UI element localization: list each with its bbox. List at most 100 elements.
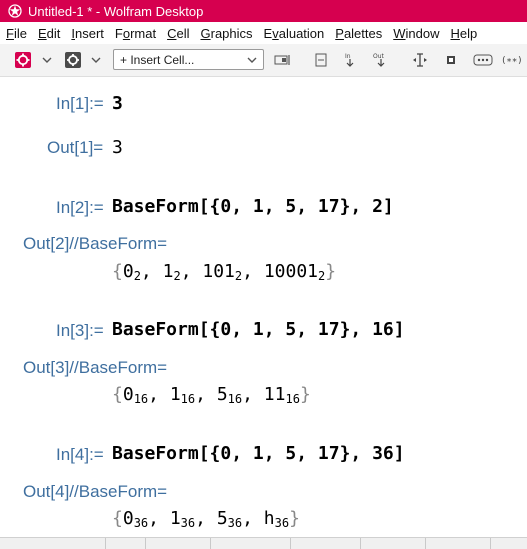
base-subscript: 16: [133, 392, 149, 406]
evaluation-stop-icon[interactable]: [12, 50, 34, 70]
base-form-value: 016: [122, 384, 149, 406]
base-subscript: 16: [285, 392, 300, 406]
text-cursor-icon[interactable]: [410, 50, 430, 70]
input-cell[interactable]: BaseForm[{0, 1, 5, 17}, 2]: [112, 196, 394, 217]
delimiter-icon[interactable]: [442, 50, 460, 70]
svg-text:(∗∗): (∗∗): [501, 56, 523, 66]
digits: 1: [169, 508, 181, 529]
chevron-down-icon[interactable]: [89, 50, 103, 70]
title-bar: Untitled-1 * - Wolfram Desktop: [0, 0, 527, 22]
digits: 0: [122, 261, 134, 282]
menu-edit[interactable]: Edit: [32, 26, 65, 41]
digits: h: [263, 508, 275, 529]
digits: 11: [263, 384, 286, 405]
gear-box-icon[interactable]: [62, 50, 84, 70]
base-subscript: 36: [133, 516, 149, 530]
base-form-value: 12: [162, 261, 181, 283]
cell-bracket-icon[interactable]: [312, 50, 330, 70]
menu-bar: File Edit Insert Format Cell Graphics Evaluati…: [0, 22, 527, 44]
code-icon[interactable]: (∗∗): [500, 50, 524, 70]
input-cell[interactable]: BaseForm[{0, 1, 5, 17}, 36]: [112, 443, 405, 464]
svg-text:In: In: [345, 53, 351, 60]
svg-text:Out: Out: [373, 53, 385, 60]
function-name: BaseForm: [112, 196, 199, 217]
digits: 5: [216, 384, 228, 405]
function-args: [{0, 1, 5, 17}, 2]: [198, 196, 394, 217]
input-cell[interactable]: 3: [112, 93, 123, 114]
base-subscript: 16: [180, 392, 196, 406]
notebook: In[1]:= 3 Out[1]= 3 In[2]:= BaseForm[{0,…: [0, 77, 527, 537]
input-code: 3: [112, 93, 123, 114]
menu-graphics[interactable]: Graphics: [195, 26, 258, 41]
output-cell[interactable]: {036, 136, 536, h36}: [112, 508, 300, 530]
input-label: In[4]:=: [56, 445, 104, 464]
base-form-value: h36: [263, 508, 290, 530]
function-args: [{0, 1, 5, 17}, 16]: [198, 319, 405, 340]
chevron-down-icon: [247, 57, 257, 63]
output-cell[interactable]: 3: [112, 137, 123, 158]
menu-palettes[interactable]: Palettes: [329, 26, 387, 41]
function-args: [{0, 1, 5, 17}, 36]: [198, 443, 405, 464]
list-close-brace: }: [325, 261, 337, 282]
base-subscript: 36: [274, 516, 290, 530]
base-form-value: 100012: [263, 261, 326, 283]
list-close-brace: }: [299, 384, 311, 405]
digits: 101: [202, 261, 235, 282]
base-form-value: 1116: [263, 384, 300, 406]
output-value: 3: [112, 137, 123, 158]
input-label: In[2]:=: [56, 198, 104, 217]
digits: 0: [122, 384, 134, 405]
output-arrow-icon[interactable]: Out: [370, 50, 392, 70]
more-icon[interactable]: [472, 50, 494, 70]
insert-cell-label: + Insert Cell...: [120, 52, 195, 67]
input-box-icon[interactable]: [272, 50, 294, 70]
digits: 0: [122, 508, 134, 529]
menu-evaluation[interactable]: Evaluation: [258, 26, 330, 41]
menu-format[interactable]: Format: [109, 26, 161, 41]
base-subscript: 2: [234, 269, 243, 283]
list-close-brace: }: [289, 508, 300, 529]
digits: 1: [162, 261, 174, 282]
wolfram-logo-icon: [8, 4, 22, 18]
list-open-brace: {: [112, 261, 123, 282]
input-label: In[1]:=: [56, 94, 104, 113]
digits: 10001: [263, 261, 318, 282]
base-subscript: 2: [133, 269, 141, 283]
base-form-value: 116: [169, 384, 196, 406]
function-name: BaseForm: [112, 443, 199, 464]
base-subscript: 16: [227, 392, 243, 406]
digits: 5: [216, 508, 228, 529]
base-form-value: 516: [216, 384, 243, 406]
function-name: BaseForm: [112, 319, 199, 340]
base-form-value: 02: [122, 261, 141, 283]
output-label: Out[3]//BaseForm=: [23, 358, 168, 377]
output-label: Out[4]//BaseForm=: [23, 482, 168, 501]
input-arrow-icon[interactable]: In: [340, 50, 360, 70]
menu-window[interactable]: Window: [387, 26, 444, 41]
base-subscript: 36: [227, 516, 243, 530]
menu-help[interactable]: Help: [445, 26, 483, 41]
input-label: In[3]:=: [56, 321, 104, 340]
base-form-value: 536: [216, 508, 243, 530]
output-label: Out[1]=: [47, 138, 104, 157]
menu-file[interactable]: File: [0, 26, 32, 41]
insert-cell-dropdown[interactable]: + Insert Cell...: [113, 49, 264, 70]
output-label: Out[2]//BaseForm=: [23, 234, 168, 253]
list-open-brace: {: [112, 508, 123, 529]
list-open-brace: {: [112, 384, 123, 405]
menu-insert[interactable]: Insert: [65, 26, 109, 41]
base-subscript: 2: [318, 269, 326, 283]
digits: 1: [169, 384, 181, 405]
input-cell[interactable]: BaseForm[{0, 1, 5, 17}, 16]: [112, 319, 405, 340]
base-form-value: 036: [122, 508, 149, 530]
output-cell[interactable]: {016, 116, 516, 1116}: [112, 384, 311, 406]
output-cell[interactable]: {02, 12, 1012, 100012}: [112, 261, 337, 283]
base-subscript: 36: [180, 516, 196, 530]
base-form-value: 136: [169, 508, 196, 530]
window-title: Untitled-1 * - Wolfram Desktop: [28, 3, 204, 19]
base-subscript: 2: [173, 269, 181, 283]
base-form-value: 1012: [202, 261, 243, 283]
menu-cell[interactable]: Cell: [161, 26, 194, 41]
status-bar: [0, 537, 527, 549]
chevron-down-icon[interactable]: [40, 50, 54, 70]
